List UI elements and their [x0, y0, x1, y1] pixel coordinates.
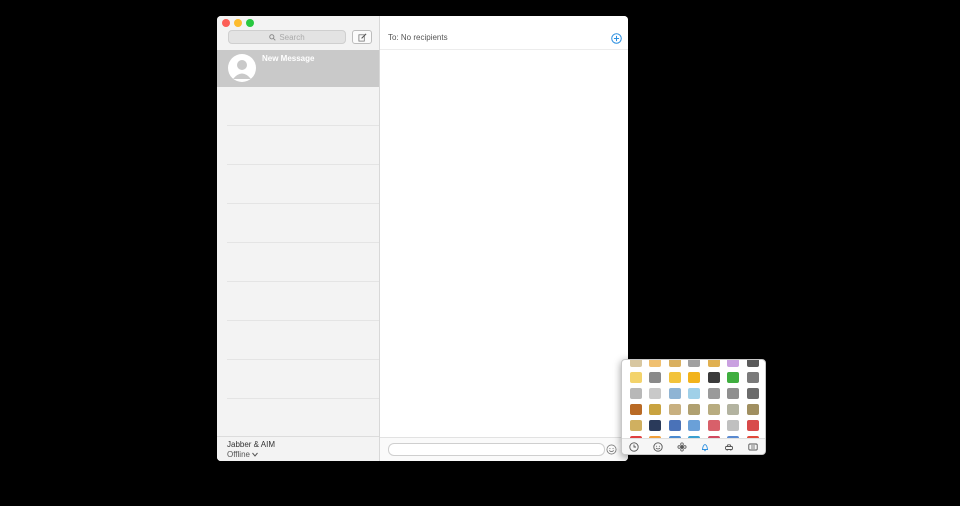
clock-icon[interactable]: [629, 441, 639, 452]
emoji-picker: [621, 359, 766, 455]
chevron-down-icon: [252, 452, 259, 457]
emoji-grid: [626, 360, 762, 447]
zoom-window-button[interactable]: [246, 19, 254, 27]
conversation-pane: To: No recipients: [380, 16, 628, 461]
emoji-cell[interactable]: [707, 388, 720, 399]
minimize-window-button[interactable]: [234, 19, 242, 27]
close-window-button[interactable]: [222, 19, 230, 27]
emoji-category-bar: [622, 438, 765, 454]
emoji-cell[interactable]: [746, 404, 759, 415]
conversation-row-empty: [227, 126, 379, 165]
emoji-cell[interactable]: [649, 420, 662, 431]
emoji-cell[interactable]: [688, 420, 701, 431]
emoji-cell[interactable]: [727, 388, 740, 399]
conversation-row-empty: [227, 360, 379, 399]
emoji-cell[interactable]: [746, 388, 759, 399]
conversation-row-empty: [227, 399, 379, 438]
emoji-cell[interactable]: [746, 420, 759, 431]
emoji-cell[interactable]: [649, 360, 662, 367]
emoji-cell[interactable]: [688, 404, 701, 415]
conversation-item-new-message[interactable]: New Message: [217, 50, 379, 87]
status-label: Offline: [227, 450, 250, 459]
emoji-cell[interactable]: [727, 360, 740, 367]
emoji-cell[interactable]: [668, 388, 681, 399]
sidebar: Search New Message Jabber & AIM Offline: [217, 16, 380, 461]
add-recipient-icon[interactable]: [611, 33, 622, 44]
car-icon[interactable]: [724, 442, 734, 452]
symbols-icon[interactable]: [748, 442, 758, 452]
emoji-cell[interactable]: [668, 372, 681, 383]
conversation-row-empty: [227, 204, 379, 243]
emoji-cell[interactable]: [649, 372, 662, 383]
avatar: [228, 54, 256, 82]
emoji-cell[interactable]: [727, 420, 740, 431]
emoji-cell[interactable]: [746, 372, 759, 383]
emoji-cell[interactable]: [727, 404, 740, 415]
message-compose-bar: [380, 437, 628, 461]
recipients-label: To: No recipients: [388, 33, 448, 42]
emoji-cell[interactable]: [629, 372, 642, 383]
emoji-cell[interactable]: [649, 388, 662, 399]
emoji-cell[interactable]: [707, 360, 720, 367]
conversation-list: [217, 87, 379, 438]
conversation-name: New Message: [262, 54, 315, 63]
smiley-icon[interactable]: [653, 441, 663, 452]
conversation-row-empty: [227, 282, 379, 321]
status-menu[interactable]: Offline: [227, 450, 259, 459]
conversation-row-empty: [227, 321, 379, 360]
compose-icon: [357, 33, 366, 42]
person-silhouette-icon: [228, 54, 256, 82]
emoji-cell[interactable]: [649, 404, 662, 415]
emoji-cell[interactable]: [668, 420, 681, 431]
emoji-cell[interactable]: [629, 404, 642, 415]
messages-window: Search New Message Jabber & AIM Offline …: [217, 16, 628, 461]
emoji-cell[interactable]: [629, 360, 642, 367]
emoji-cell[interactable]: [727, 372, 740, 383]
emoji-cell[interactable]: [629, 420, 642, 431]
emoji-cell[interactable]: [746, 360, 759, 367]
search-icon: [269, 33, 276, 41]
account-name: Jabber & AIM: [227, 440, 276, 449]
conversation-row-empty: [227, 87, 379, 126]
search-field[interactable]: Search: [228, 30, 346, 44]
emoji-cell[interactable]: [707, 420, 720, 431]
emoji-cell[interactable]: [688, 388, 701, 399]
emoji-cell[interactable]: [707, 404, 720, 415]
recipient-bar[interactable]: To: No recipients: [380, 16, 628, 50]
conversation-row-empty: [227, 243, 379, 282]
search-placeholder: Search: [279, 32, 305, 42]
account-status-bar: Jabber & AIM Offline: [217, 436, 379, 461]
bell-icon[interactable]: [700, 442, 710, 452]
titlebar: Search: [217, 16, 379, 50]
emoji-cell[interactable]: [688, 360, 701, 367]
message-input[interactable]: [388, 443, 605, 456]
emoji-cell[interactable]: [688, 372, 701, 383]
compose-button[interactable]: [352, 30, 372, 44]
emoji-cell[interactable]: [668, 404, 681, 415]
conversation-row-empty: [227, 165, 379, 204]
emoji-cell[interactable]: [668, 360, 681, 367]
emoji-cell[interactable]: [707, 372, 720, 383]
emoji-cell[interactable]: [629, 388, 642, 399]
flower-icon[interactable]: [677, 442, 687, 452]
